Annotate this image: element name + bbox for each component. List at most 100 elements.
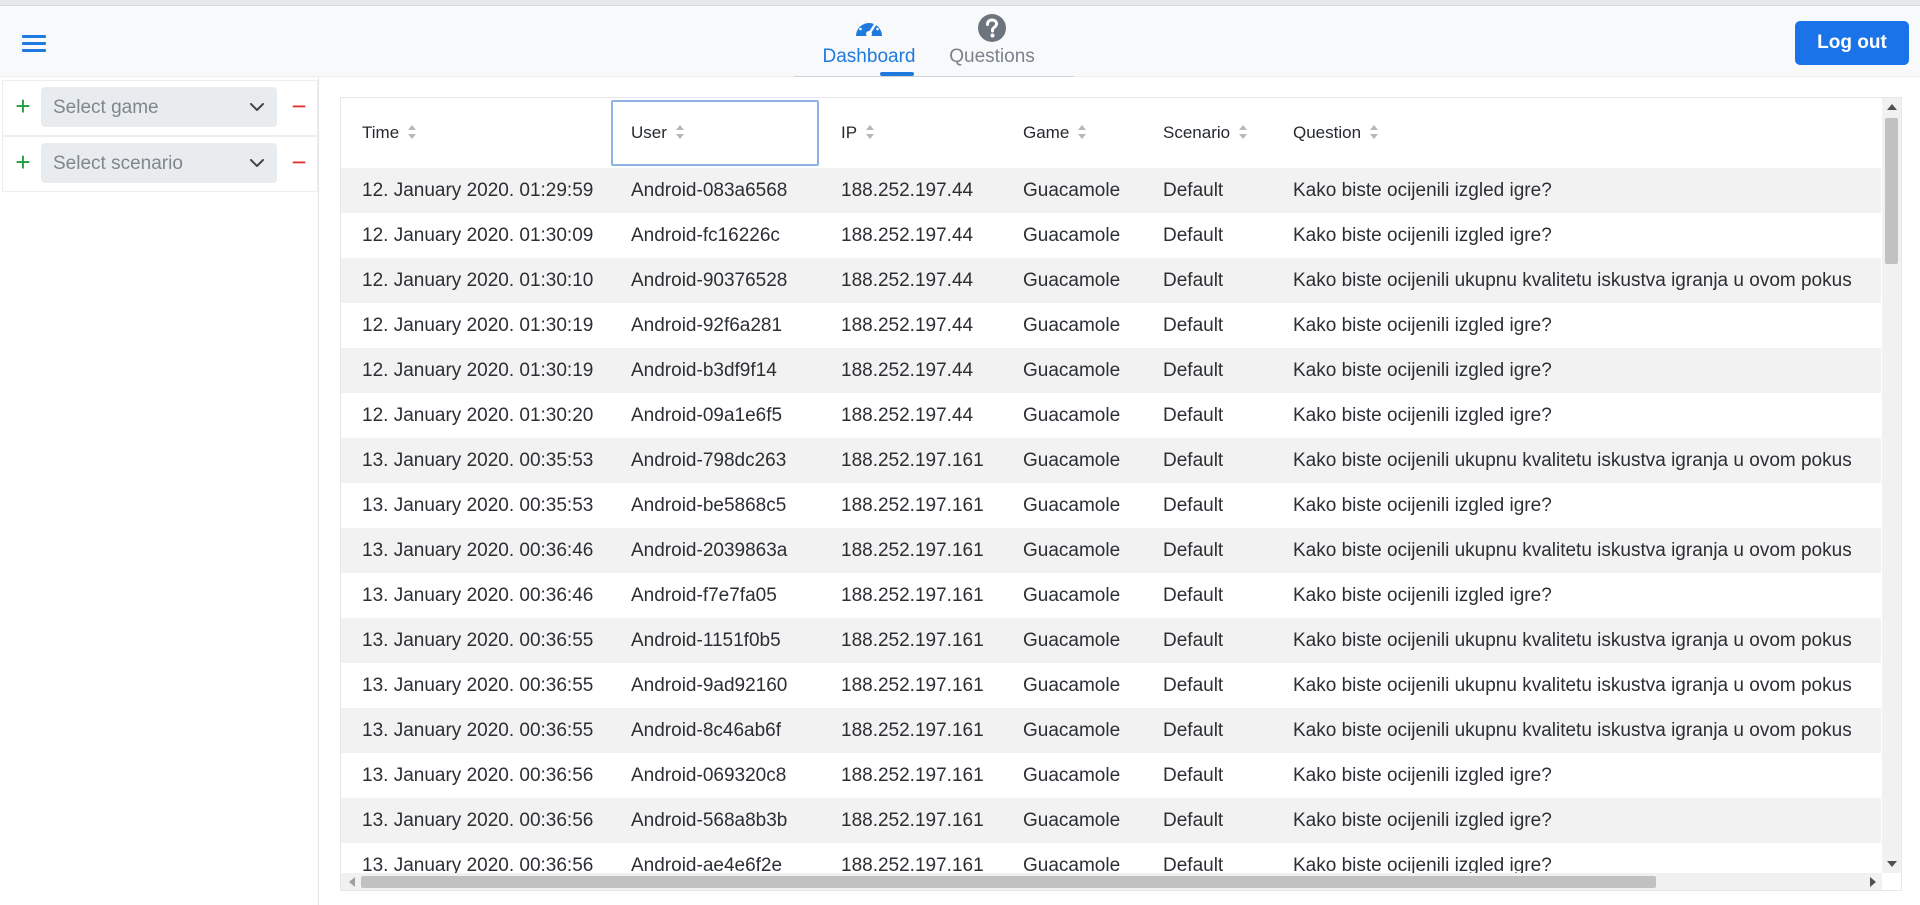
cell-game: Guacamole: [1023, 180, 1121, 201]
sort-icon: [1239, 124, 1248, 139]
column-header-label: Game: [1023, 123, 1070, 142]
cell-scenario: Default: [1163, 630, 1224, 651]
scroll-down-arrow-icon[interactable]: [1887, 861, 1897, 867]
cell-time: 12. January 2020. 01:29:59: [362, 180, 594, 201]
column-header-label: Question: [1293, 123, 1362, 142]
table-row[interactable]: 13. January 2020. 00:36:55 Android-9ad921…: [341, 663, 1881, 708]
cell-ip: 188.252.197.161: [841, 585, 984, 606]
cell-time: 12. January 2020. 01:30:10: [362, 270, 594, 291]
cell-scenario: Default: [1163, 315, 1224, 336]
cell-user: Android-083a6568: [631, 180, 788, 201]
add-game-filter-button[interactable]: +: [9, 91, 37, 121]
table-row[interactable]: 13. January 2020. 00:36:56 Android-568a8b…: [341, 798, 1881, 843]
cell-game: Guacamole: [1023, 720, 1121, 741]
table-row[interactable]: 12. January 2020. 01:30:10 Android-903765…: [341, 258, 1881, 303]
column-header-label: User: [631, 123, 667, 142]
cell-user: Android-b3df9f14: [631, 360, 777, 381]
tab-dashboard[interactable]: Dashboard: [820, 6, 918, 76]
remove-scenario-filter-button[interactable]: −: [285, 147, 313, 177]
table-row[interactable]: 13. January 2020. 00:36:55 Android-8c46ab…: [341, 708, 1881, 753]
cell-question: Kako biste ocijenili ukupnu kvalitetu is…: [1293, 675, 1852, 696]
cell-user: Android-1151f0b5: [631, 630, 781, 651]
cell-scenario: Default: [1163, 810, 1224, 831]
cell-user: Android-92f6a281: [631, 315, 783, 336]
tab-questions[interactable]: Questions: [944, 6, 1040, 76]
column-header-time[interactable]: Time: [362, 98, 417, 168]
select-scenario-dropdown[interactable]: Select scenario: [41, 143, 277, 183]
horizontal-scrollbar[interactable]: [341, 873, 1882, 890]
cell-ip: 188.252.197.161: [841, 630, 984, 651]
vertical-scroll-thumb[interactable]: [1885, 118, 1898, 264]
cell-time: 13. January 2020. 00:36:46: [362, 540, 594, 561]
cell-ip: 188.252.197.44: [841, 180, 974, 201]
select-game-dropdown[interactable]: Select game: [41, 87, 277, 127]
cell-question: Kako biste ocijenili izgled igre?: [1293, 405, 1552, 426]
hamburger-icon[interactable]: [22, 32, 46, 54]
cell-scenario: Default: [1163, 585, 1224, 606]
column-header-user[interactable]: User: [611, 100, 819, 166]
sort-icon: [675, 124, 684, 139]
scroll-right-arrow-icon[interactable]: [1870, 877, 1876, 887]
logout-button[interactable]: Log out: [1795, 21, 1909, 65]
table-row[interactable]: 13. January 2020. 00:35:53 Android-be5868…: [341, 483, 1881, 528]
cell-game: Guacamole: [1023, 360, 1121, 381]
sort-icon: [866, 124, 875, 139]
cell-question: Kako biste ocijenili izgled igre?: [1293, 180, 1552, 201]
remove-game-filter-button[interactable]: −: [285, 91, 313, 121]
cell-ip: 188.252.197.44: [841, 315, 974, 336]
cell-question: Kako biste ocijenili izgled igre?: [1293, 810, 1552, 831]
cell-question: Kako biste ocijenili izgled igre?: [1293, 315, 1552, 336]
cell-time: 13. January 2020. 00:36:55: [362, 630, 594, 651]
cell-game: Guacamole: [1023, 810, 1121, 831]
cell-user: Android-798dc263: [631, 450, 787, 471]
table-row[interactable]: 13. January 2020. 00:36:46 Android-203986…: [341, 528, 1881, 573]
cell-user: Android-8c46ab6f: [631, 720, 781, 741]
cell-scenario: Default: [1163, 495, 1224, 516]
cell-scenario: Default: [1163, 765, 1224, 786]
cell-user: Android-9ad92160: [631, 675, 788, 696]
cell-question: Kako biste ocijenili izgled igre?: [1293, 765, 1552, 786]
column-header-ip[interactable]: IP: [841, 98, 875, 168]
vertical-scrollbar[interactable]: [1882, 98, 1901, 873]
cell-time: 12. January 2020. 01:30:09: [362, 225, 594, 246]
column-header-label: Scenario: [1163, 123, 1231, 142]
horizontal-scroll-thumb[interactable]: [361, 876, 1656, 888]
cell-game: Guacamole: [1023, 450, 1121, 471]
cell-time: 13. January 2020. 00:36:55: [362, 720, 594, 741]
scenario-filter-row: + Select scenario −: [2, 136, 318, 192]
table-row[interactable]: 13. January 2020. 00:35:53 Android-798dc2…: [341, 438, 1881, 483]
cell-game: Guacamole: [1023, 405, 1121, 426]
cell-user: Android-09a1e6f5: [631, 405, 783, 426]
sort-icon: [1370, 124, 1379, 139]
cell-ip: 188.252.197.161: [841, 450, 984, 471]
table-row[interactable]: 13. January 2020. 00:36:56 Android-069320…: [341, 753, 1881, 798]
cell-ip: 188.252.197.44: [841, 270, 974, 291]
responses-table: Time User IP Game Scenario Question 12. …: [340, 97, 1902, 891]
add-scenario-filter-button[interactable]: +: [9, 147, 37, 177]
speedometer-icon: [856, 18, 882, 37]
cell-scenario: Default: [1163, 720, 1224, 741]
scroll-left-arrow-icon[interactable]: [349, 877, 355, 887]
table-row[interactable]: 12. January 2020. 01:29:59 Android-083a65…: [341, 168, 1881, 213]
table-row[interactable]: 12. January 2020. 01:30:09 Android-fc1622…: [341, 213, 1881, 258]
table-row[interactable]: 12. January 2020. 01:30:19 Android-b3df9f…: [341, 348, 1881, 393]
column-header-scenario[interactable]: Scenario: [1163, 98, 1248, 168]
cell-ip: 188.252.197.44: [841, 225, 974, 246]
table-row[interactable]: 13. January 2020. 00:36:46 Android-f7e7fa…: [341, 573, 1881, 618]
cell-time: 13. January 2020. 00:36:55: [362, 675, 594, 696]
scroll-up-arrow-icon[interactable]: [1887, 104, 1897, 110]
table-row[interactable]: 13. January 2020. 00:36:55 Android-1151f0…: [341, 618, 1881, 663]
cell-game: Guacamole: [1023, 315, 1121, 336]
cell-game: Guacamole: [1023, 675, 1121, 696]
cell-game: Guacamole: [1023, 630, 1121, 651]
filter-sidebar: + Select game − + Select scenario −: [0, 77, 319, 905]
column-header-game[interactable]: Game: [1023, 98, 1087, 168]
column-header-label: IP: [841, 123, 858, 142]
column-header-question[interactable]: Question: [1293, 98, 1379, 168]
cell-question: Kako biste ocijenili ukupnu kvalitetu is…: [1293, 270, 1852, 291]
sort-icon: [408, 124, 417, 139]
table-row[interactable]: 12. January 2020. 01:30:20 Android-09a1e6…: [341, 393, 1881, 438]
cell-game: Guacamole: [1023, 540, 1121, 561]
cell-user: Android-90376528: [631, 270, 788, 291]
table-row[interactable]: 12. January 2020. 01:30:19 Android-92f6a2…: [341, 303, 1881, 348]
